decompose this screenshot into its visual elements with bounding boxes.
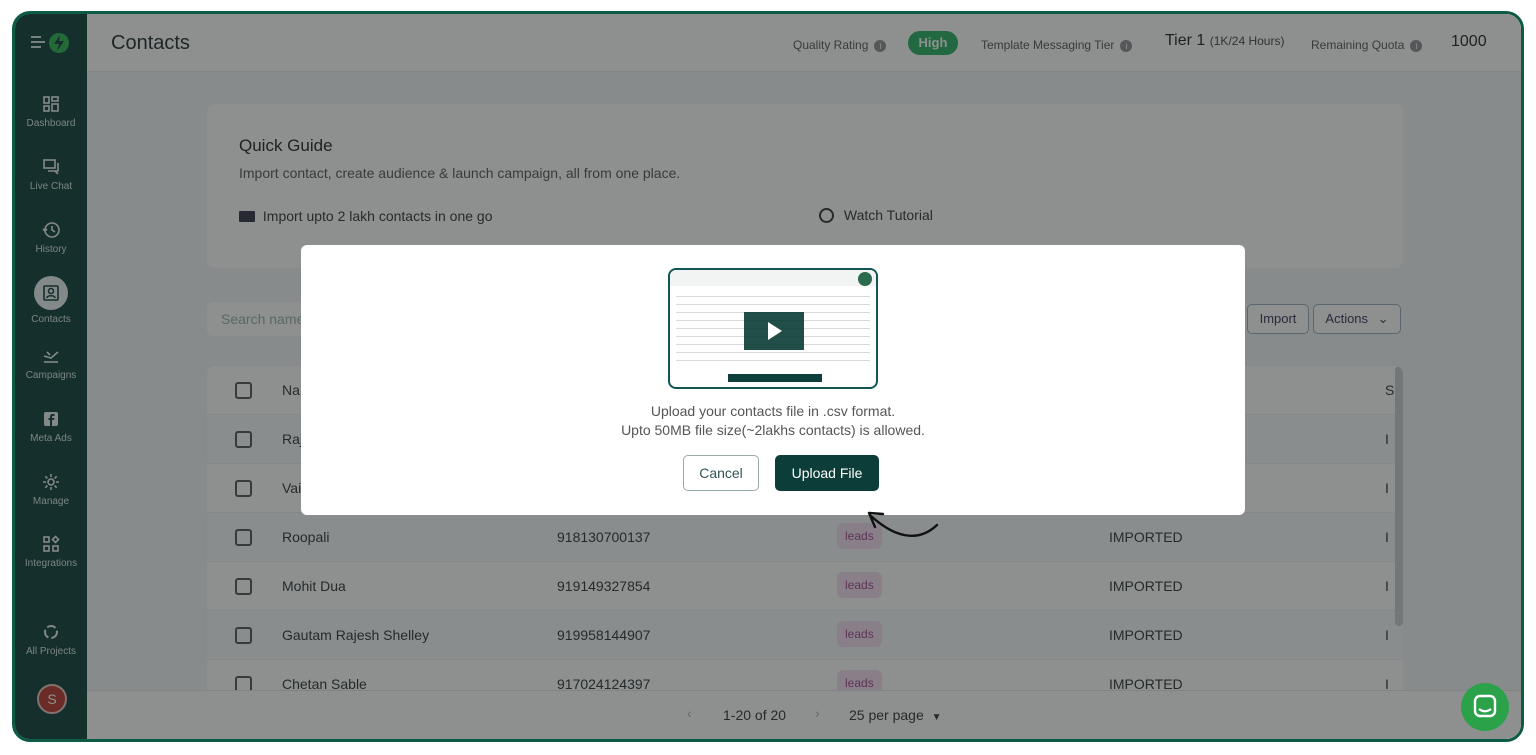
spreadsheet-toolbar: [670, 270, 876, 286]
upload-modal: Upload your contacts file in .csv format…: [301, 245, 1245, 515]
play-icon[interactable]: [744, 312, 804, 350]
presenter-avatar: [858, 272, 872, 286]
sheet-line: [676, 304, 870, 305]
app-window: Dashboard Live Chat History Contacts Cam…: [12, 11, 1524, 742]
tutorial-video-thumbnail[interactable]: [668, 268, 878, 389]
sheet-line: [676, 296, 870, 297]
upload-format-text: Upload your contacts file in .csv format…: [650, 403, 896, 419]
upload-file-button[interactable]: Upload File: [775, 455, 879, 491]
video-caption-bar: [728, 374, 822, 382]
chat-bubble-icon: [1473, 694, 1497, 718]
support-chat-button[interactable]: [1461, 683, 1509, 731]
pointer-arrow-icon: [867, 511, 939, 537]
upload-size-text: Upto 50MB file size(~2lakhs contacts) is…: [621, 422, 925, 438]
sheet-line: [676, 360, 870, 361]
sheet-line: [676, 352, 870, 353]
cancel-button[interactable]: Cancel: [683, 455, 759, 491]
